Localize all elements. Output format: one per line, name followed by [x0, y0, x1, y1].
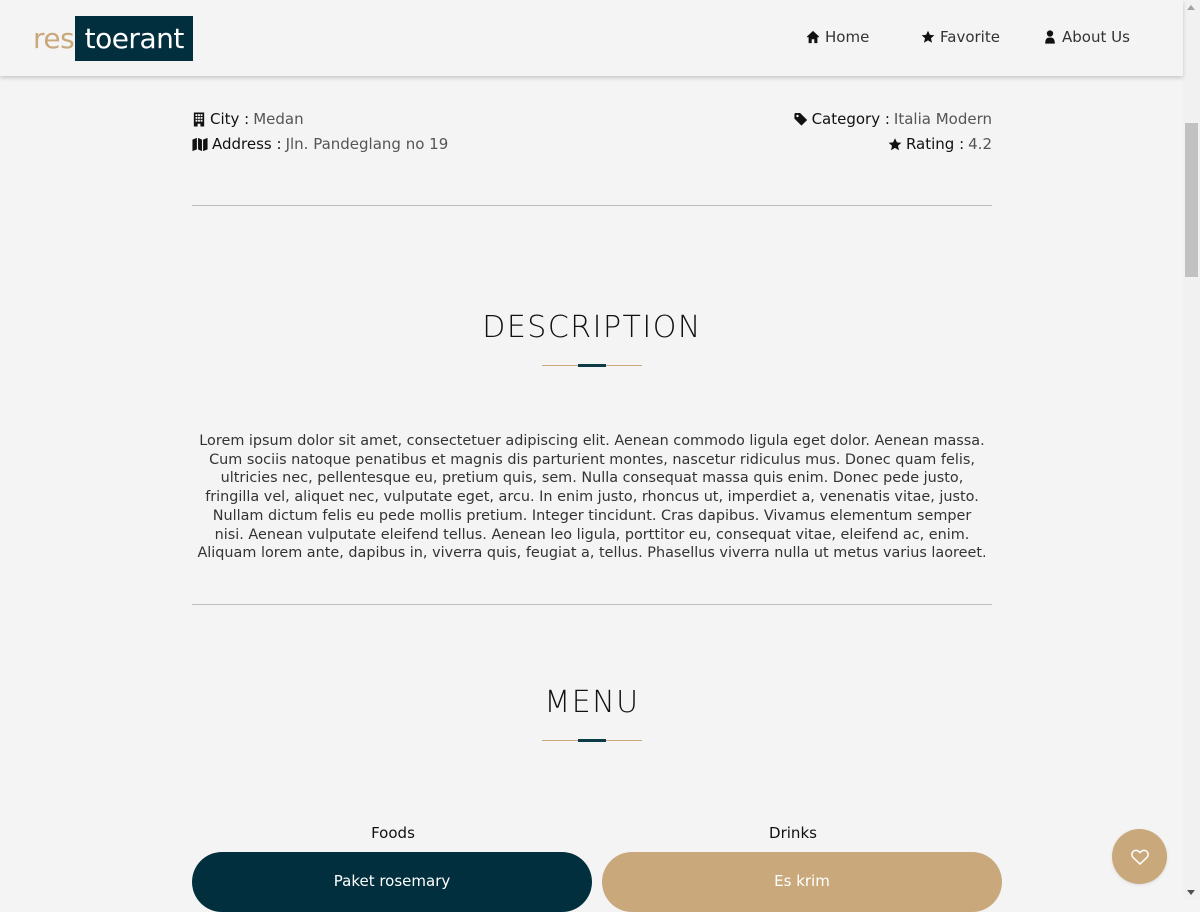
description-text: Lorem ipsum dolor sit amet, consectetuer… — [197, 433, 987, 562]
address-value: Jln. Pandeglang no 19 — [285, 135, 449, 153]
scroll-thumb[interactable] — [1185, 123, 1198, 277]
nav-home[interactable]: Home — [806, 28, 869, 46]
rating-label: Rating : — [905, 135, 965, 153]
category-info: Category : Italia Modern — [794, 110, 992, 128]
address-info: Address : Jln. Pandeglang no 19 — [192, 135, 448, 153]
brand-suffix: toerant — [75, 16, 194, 61]
description-title: DESCRIPTION — [482, 310, 702, 345]
food-item-label: Paket rosemary — [333, 872, 451, 890]
drinks-heading: Drinks — [769, 824, 817, 842]
foods-heading: Foods — [371, 824, 415, 842]
add-favorite-button[interactable] — [1112, 829, 1167, 884]
city-info: City : Medan — [192, 110, 304, 128]
brand-logo[interactable]: res toerant — [33, 16, 194, 61]
drink-item-label: Es krim — [774, 872, 830, 890]
city-label: City : — [210, 110, 250, 128]
site-header: res toerant Home Favorite About Us — [0, 0, 1183, 76]
user-icon — [1045, 30, 1055, 44]
home-icon — [806, 30, 820, 44]
nav-favorite-label: Favorite — [940, 28, 1000, 46]
rating-info: Rating : 4.2 — [888, 135, 992, 153]
building-icon — [193, 111, 205, 127]
brand-prefix: res — [33, 22, 75, 55]
category-label: Category : — [811, 110, 890, 128]
nav-favorite[interactable]: Favorite — [921, 28, 1000, 46]
nav-about[interactable]: About Us — [1043, 28, 1130, 46]
drink-item-button[interactable]: Es krim — [602, 852, 1002, 912]
menu-title-underline — [542, 739, 642, 742]
star-icon — [888, 137, 902, 150]
city-value: Medan — [253, 110, 304, 128]
food-item-button[interactable]: Paket rosemary — [192, 852, 592, 912]
menu-title: MENU — [544, 685, 640, 720]
star-icon — [921, 30, 935, 43]
page-scrollbar[interactable] — [1183, 0, 1200, 900]
heart-icon — [1130, 849, 1149, 865]
category-value: Italia Modern — [893, 110, 992, 128]
section-divider — [192, 604, 992, 605]
rating-value: 4.2 — [968, 135, 992, 153]
description-title-underline — [542, 364, 642, 367]
tag-icon — [794, 112, 807, 126]
scroll-down-arrow-icon[interactable] — [1187, 890, 1195, 895]
nav-about-label: About Us — [1062, 28, 1130, 46]
scroll-up-arrow-icon[interactable] — [1187, 5, 1195, 10]
nav-home-label: Home — [825, 28, 870, 46]
map-icon — [192, 137, 208, 151]
address-label: Address : — [212, 135, 282, 153]
section-divider — [192, 205, 992, 206]
